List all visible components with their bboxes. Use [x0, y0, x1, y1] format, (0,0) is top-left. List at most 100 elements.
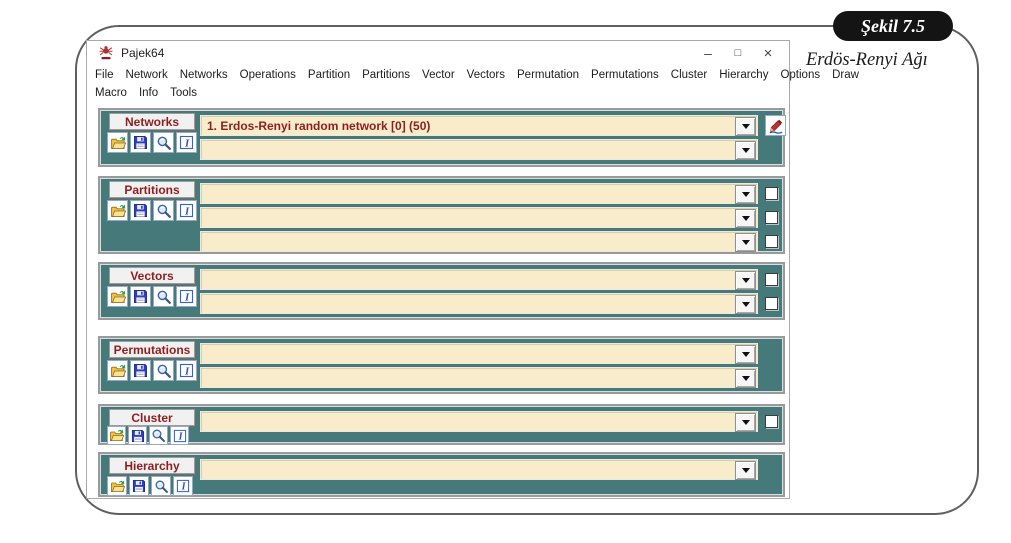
permutations-find-button[interactable]: [153, 360, 174, 381]
partition-checkbox-1[interactable]: [765, 187, 778, 200]
vectors-find-button[interactable]: [153, 286, 174, 307]
cluster-toolbar: [107, 426, 189, 445]
chevron-down-icon: [741, 376, 750, 381]
hierarchy-save-button[interactable]: [129, 476, 149, 496]
permutation-dropdown-2[interactable]: [200, 367, 758, 388]
menu-operations[interactable]: Operations: [240, 67, 296, 83]
partitions-find-button[interactable]: [153, 200, 174, 221]
cluster-info-button[interactable]: [170, 426, 189, 445]
menu-cluster[interactable]: Cluster: [671, 67, 707, 83]
network-edit-button[interactable]: [765, 115, 786, 136]
menu-hierarchy[interactable]: Hierarchy: [719, 67, 768, 83]
folder-open-icon: [110, 203, 126, 219]
close-button[interactable]: ×: [753, 45, 783, 62]
menu-networks[interactable]: Networks: [180, 67, 228, 83]
vectors-label: Vectors: [109, 267, 195, 284]
partition-dropdown-2-arrow[interactable]: [735, 209, 756, 228]
vector-checkbox-2[interactable]: [765, 297, 778, 310]
magnifier-icon: [156, 363, 172, 379]
permutation-row-2: [200, 367, 758, 388]
permutation-dropdown-1-arrow[interactable]: [735, 345, 756, 364]
vector-dropdown-2[interactable]: [200, 293, 758, 314]
cluster-rows: [200, 411, 778, 432]
vectors-rows: [200, 269, 778, 314]
hierarchy-open-button[interactable]: [107, 476, 127, 496]
window-title: Pajek64: [121, 46, 165, 60]
vector-dropdown-1-arrow[interactable]: [735, 271, 756, 290]
menu-row-1: File Network Networks Operations Partiti…: [92, 66, 859, 84]
partition-dropdown-1[interactable]: [200, 183, 758, 204]
figure-tag: Şekil 7.5: [833, 11, 953, 41]
hierarchy-info-button[interactable]: [173, 476, 193, 496]
vector-row-2: [200, 293, 778, 314]
menu-partitions[interactable]: Partitions: [362, 67, 410, 83]
cluster-dropdown-1[interactable]: [200, 411, 758, 432]
network-dropdown-1[interactable]: 1. Erdos-Renyi random network [0] (50): [200, 115, 758, 136]
section-partitions: Partitions: [98, 176, 785, 254]
hierarchy-dropdown-1-arrow[interactable]: [735, 461, 756, 480]
hierarchy-find-button[interactable]: [151, 476, 171, 496]
network-dropdown-2-arrow[interactable]: [735, 141, 756, 160]
folder-open-icon: [110, 363, 126, 379]
partitions-open-button[interactable]: [107, 200, 128, 221]
networks-info-button[interactable]: [176, 132, 197, 153]
menu-permutations[interactable]: Permutations: [591, 67, 659, 83]
menu-network[interactable]: Network: [126, 67, 168, 83]
networks-find-button[interactable]: [153, 132, 174, 153]
network-dropdown-2[interactable]: [200, 139, 758, 160]
window-controls: – □ ×: [693, 41, 783, 65]
cluster-find-button[interactable]: [149, 426, 168, 445]
partitions-toolbar: [107, 200, 197, 221]
cluster-dropdown-1-arrow[interactable]: [735, 413, 756, 432]
vector-dropdown-1[interactable]: [200, 269, 758, 290]
partitions-rows: [200, 183, 778, 252]
menu-vectors[interactable]: Vectors: [467, 67, 505, 83]
partition-dropdown-3-arrow[interactable]: [735, 233, 756, 252]
maximize-button[interactable]: □: [723, 47, 753, 59]
partition-dropdown-1-arrow[interactable]: [735, 185, 756, 204]
cluster-open-button[interactable]: [107, 426, 126, 445]
permutation-dropdown-2-arrow[interactable]: [735, 369, 756, 388]
permutations-save-button[interactable]: [130, 360, 151, 381]
partitions-label: Partitions: [109, 181, 195, 198]
vector-checkbox-1[interactable]: [765, 273, 778, 286]
pajek-spider-icon: [98, 45, 114, 61]
menu-macro[interactable]: Macro: [95, 85, 127, 101]
menu-partition[interactable]: Partition: [308, 67, 350, 83]
vectors-save-button[interactable]: [130, 286, 151, 307]
menu-vector[interactable]: Vector: [422, 67, 455, 83]
menu-tools[interactable]: Tools: [170, 85, 197, 101]
vectors-open-button[interactable]: [107, 286, 128, 307]
network-dropdown-1-arrow[interactable]: [735, 117, 756, 136]
figure-tag-label: Şekil 7.5: [860, 15, 925, 36]
cluster-save-button[interactable]: [128, 426, 147, 445]
chevron-down-icon: [741, 124, 750, 129]
partitions-save-button[interactable]: [130, 200, 151, 221]
minimize-button[interactable]: –: [693, 45, 723, 61]
hierarchy-dropdown-1[interactable]: [200, 459, 758, 480]
vectors-info-button[interactable]: [176, 286, 197, 307]
networks-save-button[interactable]: [130, 132, 151, 153]
folder-open-icon: [110, 135, 126, 151]
networks-open-button[interactable]: [107, 132, 128, 153]
partition-row-2: [200, 207, 778, 228]
permutation-dropdown-1[interactable]: [200, 343, 758, 364]
partition-dropdown-3[interactable]: [200, 231, 758, 252]
section-hierarchy: Hierarchy: [98, 452, 785, 497]
partition-checkbox-2[interactable]: [765, 211, 778, 224]
menu-permutation[interactable]: Permutation: [517, 67, 579, 83]
info-icon: [179, 363, 194, 378]
partitions-info-button[interactable]: [176, 200, 197, 221]
partition-checkbox-3[interactable]: [765, 235, 778, 248]
permutations-open-button[interactable]: [107, 360, 128, 381]
menu-file[interactable]: File: [95, 67, 114, 83]
cluster-checkbox-1[interactable]: [765, 415, 778, 428]
partition-dropdown-2[interactable]: [200, 207, 758, 228]
permutations-rows: [200, 343, 758, 388]
permutation-row-1: [200, 343, 758, 364]
magnifier-icon: [151, 428, 166, 443]
vector-dropdown-2-arrow[interactable]: [735, 295, 756, 314]
permutations-info-button[interactable]: [176, 360, 197, 381]
chevron-down-icon: [741, 420, 750, 425]
menu-info[interactable]: Info: [139, 85, 158, 101]
